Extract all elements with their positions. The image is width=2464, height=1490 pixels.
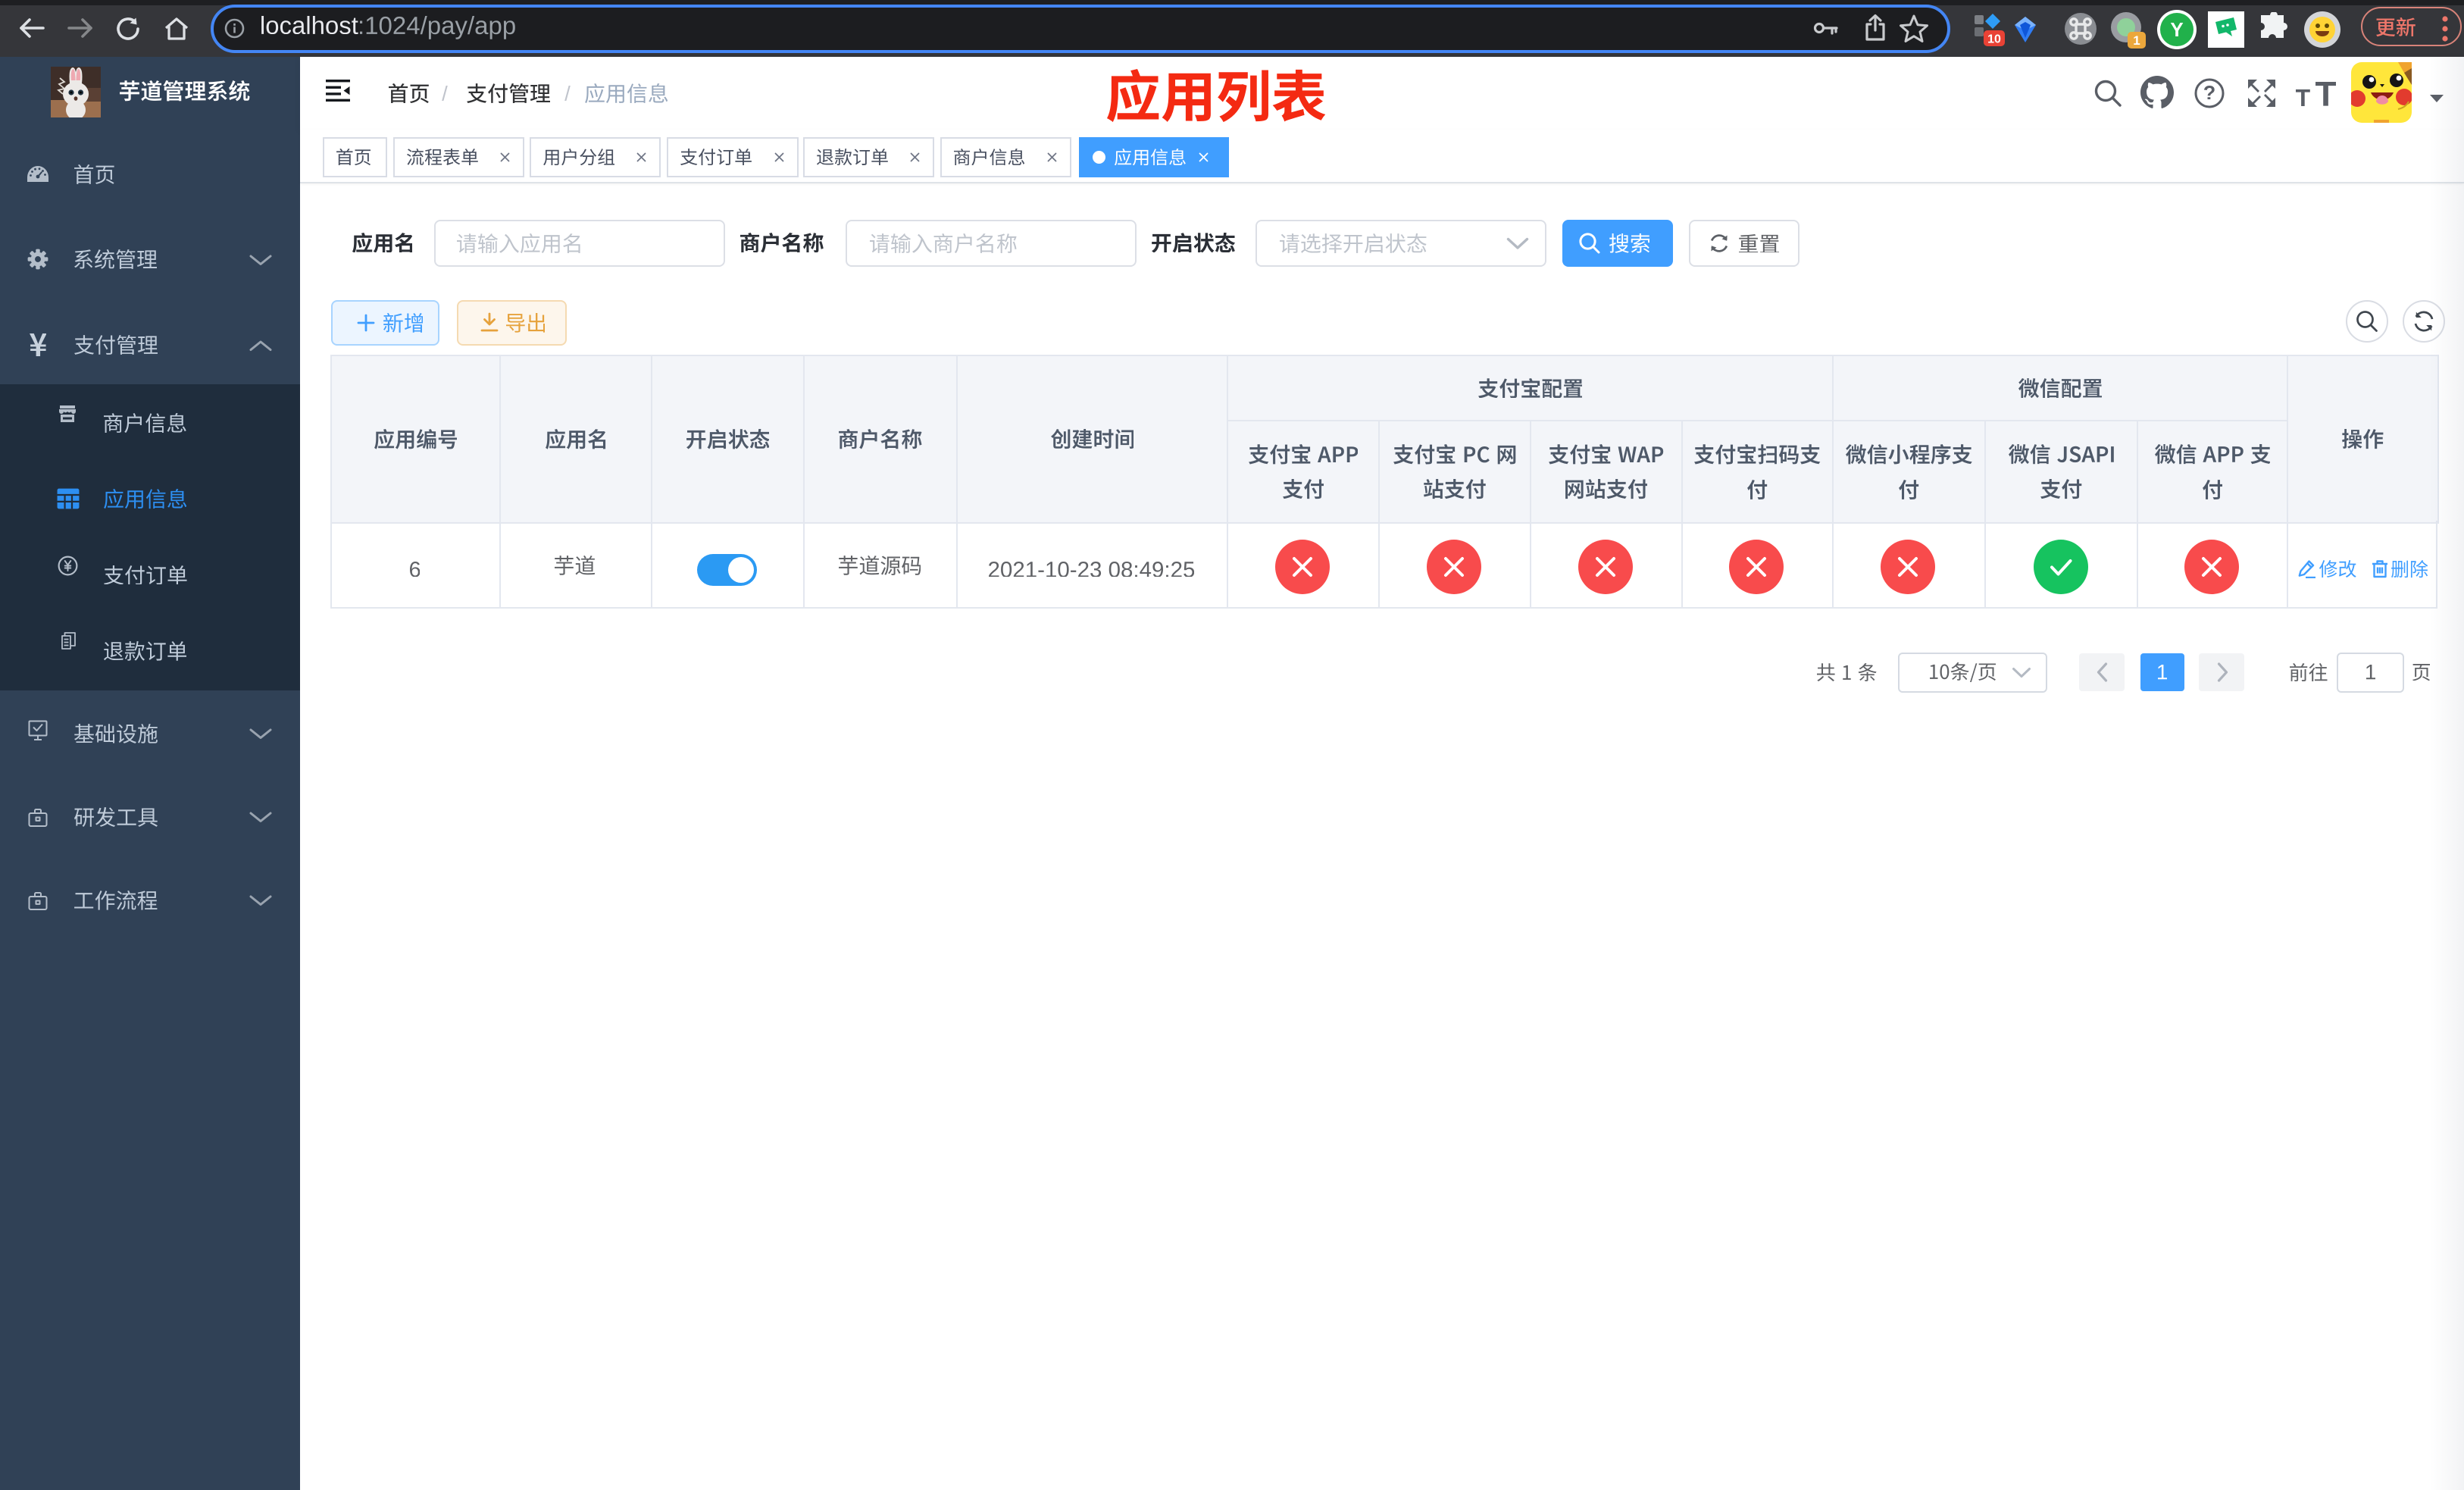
svg-text:1: 1 bbox=[2133, 33, 2140, 48]
svg-text:10: 10 bbox=[1987, 33, 2001, 46]
svg-text:Y: Y bbox=[2170, 18, 2183, 41]
